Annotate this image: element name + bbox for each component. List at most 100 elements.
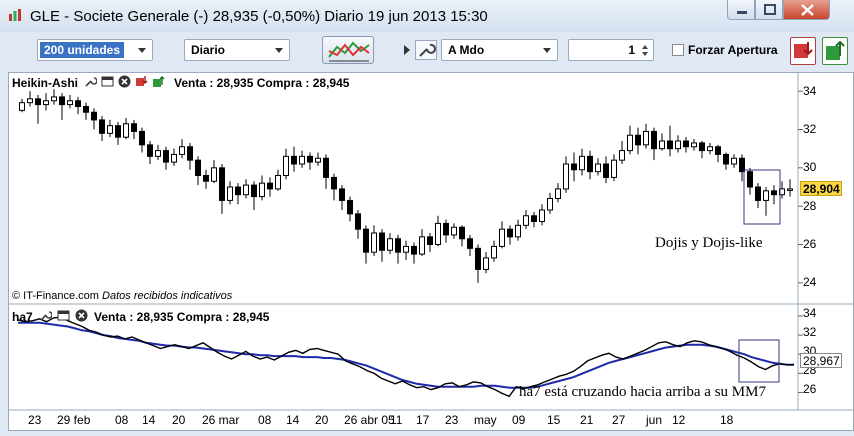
- x-axis-label: 12: [672, 413, 686, 427]
- candle-body: [131, 123, 137, 132]
- x-axis-label: 26 mar: [202, 413, 240, 427]
- close-button[interactable]: [783, 0, 830, 20]
- chevron-down-icon: [138, 48, 146, 53]
- data-source-footer: © IT-Finance.com Datos recibidos indicat…: [12, 290, 232, 302]
- sell-button[interactable]: [790, 37, 816, 65]
- wrench-icon[interactable]: [39, 309, 52, 322]
- x-axis-label: 20: [172, 413, 186, 427]
- candle-body: [291, 155, 297, 165]
- candle-body: [355, 213, 361, 230]
- candle-body: [171, 153, 177, 163]
- candle-body: [595, 163, 601, 173]
- x-axis-label: 26 abr 05: [344, 413, 395, 427]
- candle-body: [635, 134, 641, 146]
- candle-body: [411, 245, 417, 255]
- candle-body: [731, 157, 737, 165]
- units-select[interactable]: 200 unidades: [37, 39, 153, 61]
- candle-body: [211, 167, 217, 182]
- maximize-icon: [764, 4, 776, 15]
- close-panel-icon[interactable]: [75, 309, 88, 322]
- minimize-button[interactable]: [727, 0, 755, 20]
- candle-body: [467, 238, 473, 249]
- force-open-checkbox[interactable]: [672, 44, 684, 56]
- candle-body: [187, 146, 193, 161]
- candle-body: [371, 232, 377, 253]
- price-last-badge: 28,904: [800, 181, 842, 196]
- candle-body: [323, 157, 329, 178]
- mm7-line: [18, 321, 794, 389]
- app-logo-icon: [9, 9, 21, 21]
- candle-body: [155, 150, 161, 157]
- candle-body: [147, 144, 153, 157]
- candle-body: [555, 188, 561, 199]
- quantity-value: 1: [628, 43, 635, 57]
- period-select-value: Diario: [191, 43, 226, 57]
- candle-body: [347, 199, 353, 215]
- quantity-stepper[interactable]: 1: [568, 39, 654, 61]
- window-icon[interactable]: [101, 75, 114, 88]
- candle-body: [435, 222, 441, 246]
- x-axis-label: 29 feb: [57, 413, 91, 427]
- candle-body: [707, 146, 713, 152]
- buy-icon: [826, 40, 845, 60]
- price-y-tick: 32: [803, 122, 817, 136]
- candle-body: [235, 186, 241, 196]
- buy-button[interactable]: [822, 37, 848, 65]
- candle-body: [115, 125, 121, 138]
- candle-body: [531, 215, 537, 222]
- candle-body: [659, 140, 665, 150]
- candle-body: [563, 163, 569, 190]
- price-panel-quote: Venta : 28,935 Compra : 28,945: [174, 76, 350, 90]
- candle-body: [379, 232, 385, 251]
- order-settings-button[interactable]: [415, 40, 437, 60]
- candle-body: [755, 186, 761, 201]
- trading-window: GLE - Societe Generale (-) 28,935 (-0,50…: [0, 0, 854, 431]
- candle-body: [195, 159, 201, 176]
- force-open-label: Forzar Apertura: [688, 43, 778, 57]
- window-icon[interactable]: [57, 309, 70, 322]
- candle-body: [539, 209, 545, 222]
- x-axis-label: 11: [390, 413, 403, 427]
- ind-last-badge: 28,967: [800, 353, 842, 368]
- candle-body: [19, 102, 25, 111]
- candle-body: [651, 130, 657, 150]
- candle-body: [339, 188, 345, 201]
- candle-body: [763, 190, 769, 201]
- x-axis-label: 20: [315, 413, 329, 427]
- candle-body: [259, 182, 265, 198]
- candle-body: [179, 146, 185, 155]
- candle-body: [499, 228, 505, 247]
- candle-body: [603, 163, 609, 178]
- maximize-button[interactable]: [755, 0, 783, 20]
- close-icon: [801, 4, 814, 16]
- sell-mini-icon[interactable]: [135, 75, 148, 88]
- candle-body: [587, 155, 593, 173]
- x-axis-label: 15: [547, 413, 561, 427]
- period-select[interactable]: Diario: [184, 39, 290, 61]
- candle-body: [787, 188, 793, 191]
- price-panel-name: Heikin-Ashi: [12, 76, 79, 90]
- candle-body: [395, 238, 401, 253]
- wrench-icon: [419, 43, 436, 57]
- close-panel-icon[interactable]: [118, 75, 131, 88]
- wrench-icon[interactable]: [84, 75, 97, 88]
- candle-body: [219, 167, 225, 201]
- sell-icon: [794, 42, 813, 58]
- candle-body: [491, 245, 497, 259]
- ind-y-tick: 26: [803, 382, 817, 396]
- collapse-arrow-icon[interactable]: [404, 45, 410, 55]
- candle-body: [91, 111, 97, 121]
- buy-mini-icon[interactable]: [152, 75, 165, 88]
- order-type-select[interactable]: A Mdo: [441, 39, 558, 61]
- stepper-arrows-icon[interactable]: [641, 43, 649, 58]
- ind-y-tick: 34: [803, 306, 817, 320]
- x-axis-label: 14: [286, 413, 300, 427]
- x-axis-label: 18: [720, 413, 734, 427]
- candle-body: [83, 106, 89, 113]
- candle-body: [243, 184, 249, 196]
- candle-body: [107, 125, 113, 134]
- indicators-button[interactable]: [322, 36, 374, 64]
- minimize-icon: [737, 11, 747, 14]
- x-axis-label: 09: [512, 413, 526, 427]
- candle-body: [459, 226, 465, 240]
